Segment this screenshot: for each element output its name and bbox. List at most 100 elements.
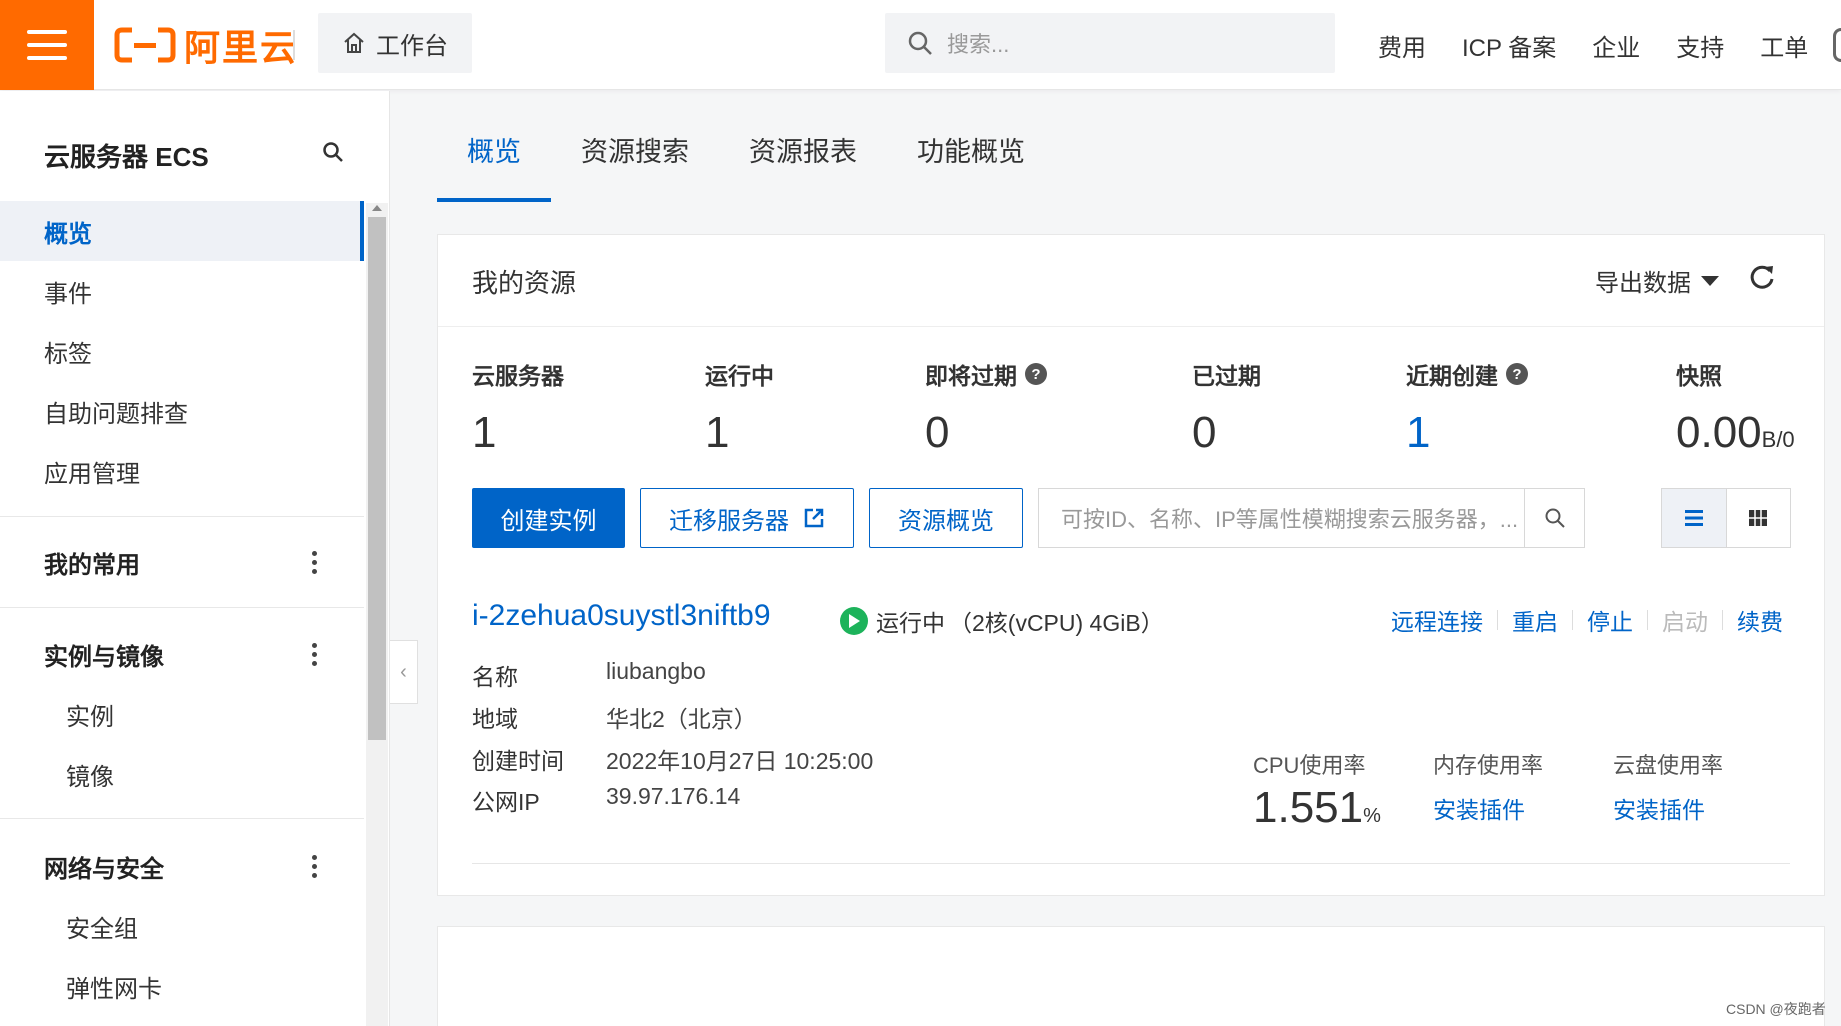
aliyun-logo[interactable]: 阿里云 — [114, 22, 298, 68]
sidebar-item-troubleshoot[interactable]: 自助问题排查 — [0, 381, 364, 441]
sidebar-item-tags[interactable]: 标签 — [0, 321, 364, 381]
stat-label: 即将过期 — [925, 363, 1017, 389]
sidebar-item-security-groups[interactable]: 安全组 — [0, 896, 364, 956]
stat-label: 近期创建 — [1406, 363, 1498, 389]
server-search-input[interactable]: 可按ID、名称、IP等属性模糊搜索云服务器，... — [1038, 488, 1585, 548]
disk-install-plugin-link[interactable]: 安装插件 — [1613, 791, 1705, 825]
sidebar-item-label: 实例 — [66, 703, 114, 731]
sidebar-item-label: 弹性网卡 — [66, 975, 162, 1003]
watermark-credit: CSDN @夜跑者 — [1726, 1001, 1826, 1017]
memory-install-plugin-link[interactable]: 安装插件 — [1433, 791, 1525, 825]
sidebar-item-images[interactable]: 镜像 — [0, 744, 364, 804]
sidebar-item-events[interactable]: 事件 — [0, 261, 364, 321]
workbench-button[interactable]: 工作台 — [318, 13, 472, 73]
migrate-server-button[interactable]: 迁移服务器 — [640, 488, 854, 548]
cpu-usage-value: 1.551% — [1253, 783, 1381, 833]
nav-fees[interactable]: 费用 — [1378, 28, 1426, 63]
help-icon[interactable]: ? — [1025, 363, 1047, 385]
grid-view-button[interactable] — [1727, 489, 1791, 547]
sidebar-item-overview[interactable]: 概览 — [0, 201, 364, 261]
field-key: 名称 — [472, 664, 518, 690]
nav-ticket[interactable]: 工单 — [1760, 28, 1808, 63]
tab-resource-report[interactable]: 资源报表 — [719, 130, 887, 202]
search-icon — [908, 31, 932, 55]
list-view-button[interactable] — [1662, 489, 1727, 547]
nav-icp[interactable]: ICP 备案 — [1462, 28, 1556, 63]
divider — [1722, 610, 1723, 630]
stat-running[interactable]: 运行中 1 — [705, 359, 774, 457]
sidebar-scrollbar[interactable] — [366, 203, 388, 1026]
stat-expiring[interactable]: 即将过期 ? 0 — [925, 359, 1047, 457]
sidebar-group-label: 我的常用 — [44, 551, 140, 579]
sidebar-group-label: 网络与安全 — [44, 855, 164, 883]
instance-status: 运行中 （2核(vCPU) 4GiB） — [840, 604, 1164, 638]
sidebar-item-label: 自助问题排查 — [44, 400, 188, 428]
next-card — [437, 926, 1825, 1026]
stat-value-row: 0.00B/0 — [1676, 409, 1795, 464]
my-resources-card: 我的资源 导出数据 云服务器 1 运行中 1 即将过期 ? 0 已过期 0 近期… — [437, 234, 1825, 896]
field-name: 名称 liubangbo — [472, 658, 706, 692]
tab-overview[interactable]: 概览 — [437, 130, 551, 202]
divider — [1497, 610, 1498, 630]
stat-snapshots[interactable]: 快照 0.00B/0 — [1676, 359, 1795, 464]
sidebar-item-app-management[interactable]: 应用管理 — [0, 441, 364, 501]
refresh-icon[interactable] — [1748, 263, 1776, 291]
cpu-unit: % — [1363, 805, 1381, 827]
field-public-ip: 公网IP 39.97.176.14 — [472, 783, 740, 817]
renew-link[interactable]: 续费 — [1737, 603, 1783, 637]
nav-enterprise[interactable]: 企业 — [1592, 28, 1640, 63]
sidebar-item-instances[interactable]: 实例 — [0, 684, 364, 744]
sidebar-item-label: 事件 — [44, 280, 92, 308]
more-icon[interactable] — [1833, 28, 1841, 62]
help-icon[interactable]: ? — [1506, 363, 1528, 385]
menu-icon[interactable] — [0, 0, 94, 90]
global-search-placeholder: 搜索... — [947, 32, 1010, 57]
search-button[interactable] — [1524, 489, 1584, 547]
stat-value: 1 — [472, 408, 497, 457]
scroll-up-icon[interactable] — [372, 205, 382, 211]
stop-link[interactable]: 停止 — [1587, 603, 1633, 637]
field-key: 地域 — [472, 706, 518, 732]
scrollbar-thumb[interactable] — [368, 217, 386, 740]
global-search-input[interactable]: 搜索... — [885, 13, 1335, 73]
collapse-sidebar-button[interactable]: ‹ — [390, 640, 418, 704]
sidebar-divider — [0, 516, 364, 517]
sidebar-group-network-security[interactable]: 网络与安全 — [0, 836, 364, 896]
sidebar-item-eni[interactable]: 弹性网卡 — [0, 956, 364, 1016]
nav-support[interactable]: 支持 — [1676, 28, 1724, 63]
sidebar-divider — [0, 607, 364, 608]
field-value: 39.97.176.14 — [606, 783, 741, 809]
field-key: 公网IP — [472, 789, 540, 815]
tab-resource-search[interactable]: 资源搜索 — [551, 130, 719, 202]
remote-connect-link[interactable]: 远程连接 — [1391, 603, 1483, 637]
export-data-dropdown[interactable]: 导出数据 — [1595, 263, 1719, 298]
restart-link[interactable]: 重启 — [1512, 603, 1558, 637]
field-value: liubangbo — [606, 658, 706, 684]
stat-expired[interactable]: 已过期 0 — [1192, 359, 1261, 457]
tab-feature-overview[interactable]: 功能概览 — [887, 130, 1055, 202]
card-header: 我的资源 导出数据 — [438, 235, 1824, 327]
main-tabs: 概览 资源搜索 资源报表 功能概览 — [437, 130, 1055, 202]
create-instance-button[interactable]: 创建实例 — [472, 488, 625, 548]
view-toggle — [1661, 488, 1791, 548]
stat-label: 快照 — [1676, 363, 1722, 389]
sidebar-group-favorites[interactable]: 我的常用 — [0, 532, 364, 592]
sidebar-group-instances-images[interactable]: 实例与镜像 — [0, 624, 364, 684]
field-region: 地域 华北2（北京） — [472, 700, 757, 734]
more-options-icon[interactable] — [312, 643, 318, 666]
more-options-icon[interactable] — [312, 855, 318, 878]
divider — [472, 863, 1790, 864]
status-text: 运行中 — [876, 610, 945, 636]
start-link: 启动 — [1662, 609, 1708, 635]
stat-value: 1 — [705, 408, 730, 457]
workbench-label: 工作台 — [376, 32, 448, 60]
stat-servers[interactable]: 云服务器 1 — [472, 359, 564, 457]
stat-recently-created[interactable]: 近期创建 ? 1 — [1406, 359, 1528, 457]
resource-overview-button[interactable]: 资源概览 — [869, 488, 1023, 548]
sidebar-search-icon[interactable] — [322, 141, 344, 163]
stat-value: 0 — [925, 408, 950, 457]
sidebar: 云服务器 ECS 概览 事件 标签 自助问题排查 应用管理 我的常用 实例与镜像… — [0, 91, 390, 1026]
instance-id-link[interactable]: i-2zehua0suystl3niftb9 — [472, 599, 771, 633]
field-created-time: 创建时间 2022年10月27日 10:25:00 — [472, 742, 873, 776]
more-options-icon[interactable] — [312, 551, 318, 574]
